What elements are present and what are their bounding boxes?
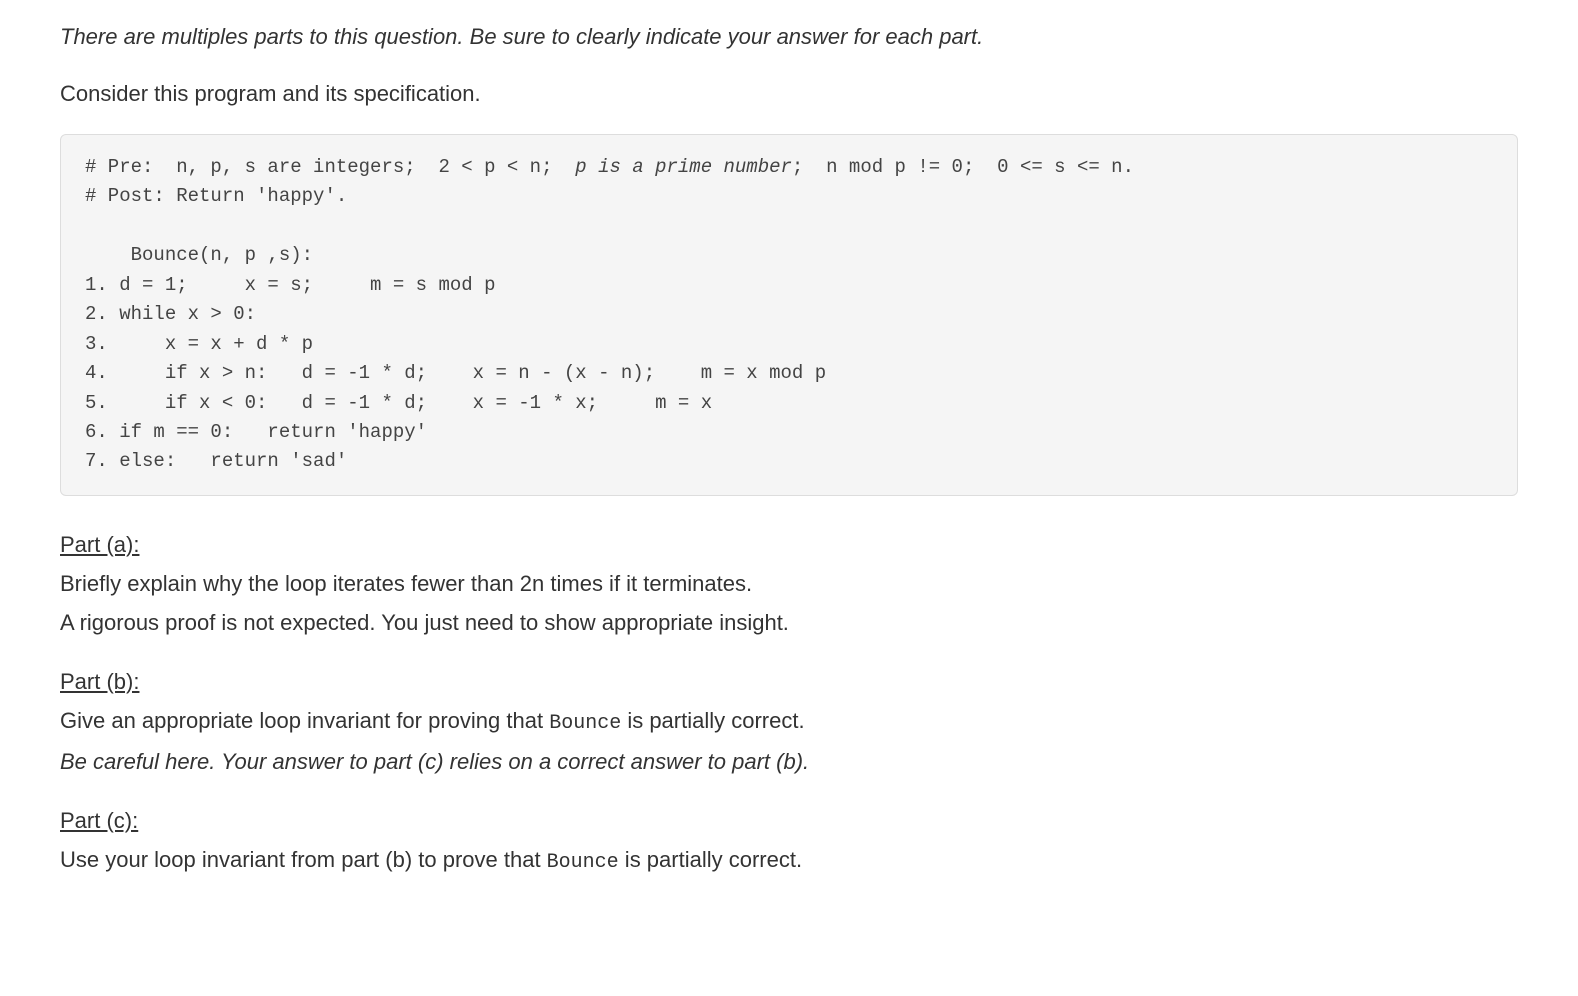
code-pre-suffix: ; n mod p != 0; 0 <= s <= n.: [792, 156, 1134, 178]
part-b-line1-code: Bounce: [549, 712, 621, 735]
code-line7: 7. else: return 'sad': [85, 450, 347, 472]
code-line2: 2. while x > 0:: [85, 303, 256, 325]
code-block: # Pre: n, p, s are integers; 2 < p < n; …: [60, 134, 1518, 496]
part-c-line1-code: Bounce: [547, 851, 619, 874]
part-a-line1: Briefly explain why the loop iterates fe…: [60, 567, 1518, 600]
part-b-line1-post: is partially correct.: [621, 708, 804, 733]
part-c-line1-post: is partially correct.: [619, 847, 802, 872]
code-line1: 1. d = 1; x = s; m = s mod p: [85, 274, 495, 296]
part-c-heading: Part (c):: [60, 804, 1518, 837]
code-line6: 6. if m == 0: return 'happy': [85, 421, 427, 443]
part-b-heading: Part (b):: [60, 665, 1518, 698]
part-a-line2: A rigorous proof is not expected. You ju…: [60, 606, 1518, 639]
part-c-line1-pre: Use your loop invariant from part (b) to…: [60, 847, 547, 872]
part-b-line1: Give an appropriate loop invariant for p…: [60, 704, 1518, 739]
code-post: # Post: Return 'happy'.: [85, 185, 347, 207]
code-line3: 3. x = x + d * p: [85, 333, 313, 355]
code-line5: 5. if x < 0: d = -1 * d; x = -1 * x; m =…: [85, 392, 712, 414]
part-b-line1-pre: Give an appropriate loop invariant for p…: [60, 708, 549, 733]
code-pre-italic: p is a prime number: [575, 156, 792, 178]
part-a-heading: Part (a):: [60, 528, 1518, 561]
intro-consider: Consider this program and its specificat…: [60, 77, 1518, 110]
intro-instruction: There are multiples parts to this questi…: [60, 20, 1518, 53]
code-funcsig: Bounce(n, p ,s):: [85, 244, 313, 266]
part-c-line1: Use your loop invariant from part (b) to…: [60, 843, 1518, 878]
part-b-line2: Be careful here. Your answer to part (c)…: [60, 745, 1518, 778]
code-line4: 4. if x > n: d = -1 * d; x = n - (x - n)…: [85, 362, 826, 384]
code-pre-prefix: # Pre: n, p, s are integers; 2 < p < n;: [85, 156, 575, 178]
